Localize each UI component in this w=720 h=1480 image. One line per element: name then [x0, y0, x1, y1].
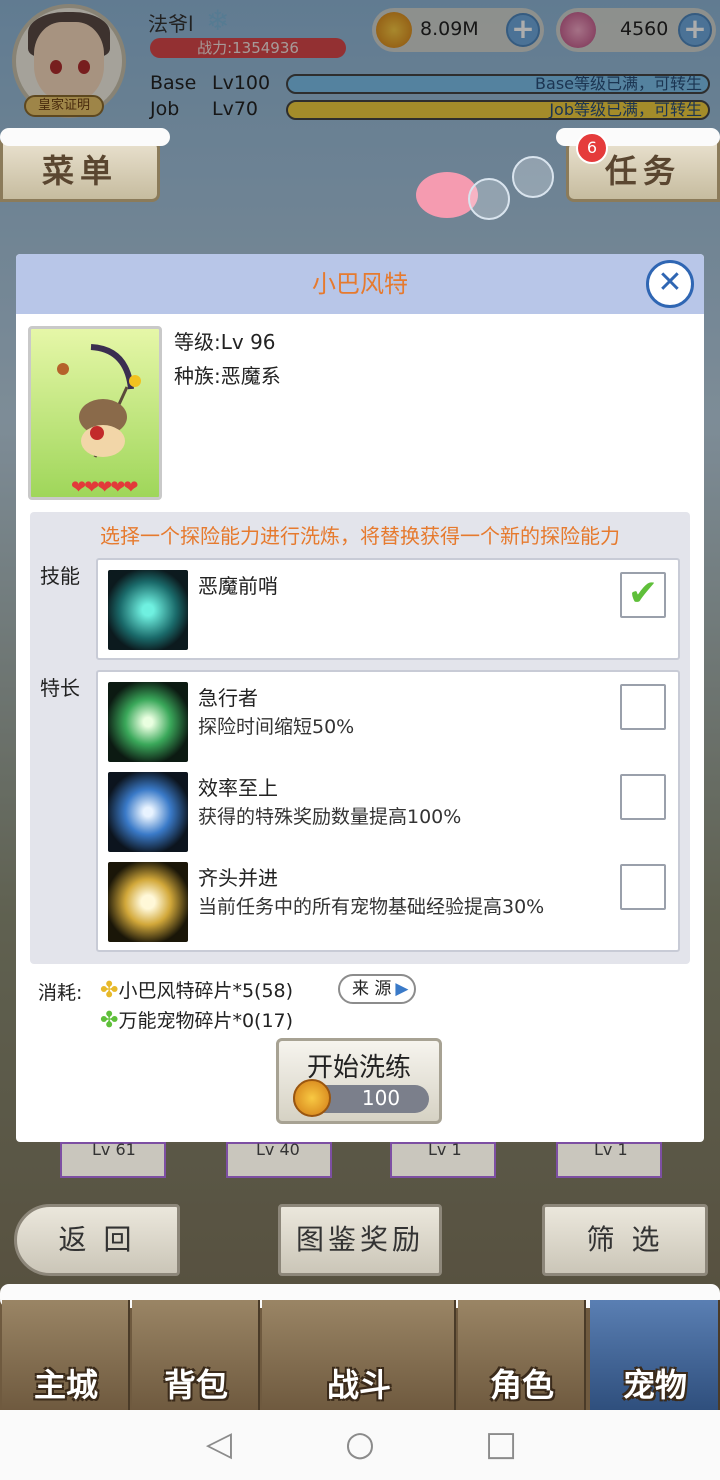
talent-desc: 当前任务中的所有宠物基础经验提高30% — [198, 896, 545, 918]
nav-recents-icon[interactable]: □ — [476, 1424, 526, 1464]
pet-slot-level: Lv 1 — [594, 1140, 628, 1159]
source-button[interactable]: 来 源 ▶ — [338, 974, 416, 1004]
cost-item-text: 万能宠物碎片*0(17) — [118, 1010, 294, 1032]
play-arrow-icon: ▶ — [395, 979, 409, 999]
filter-button[interactable]: 筛 选 — [542, 1204, 708, 1276]
talent-row[interactable]: 齐头并进 当前任务中的所有宠物基础经验提高30% — [98, 852, 678, 942]
talent-checkbox[interactable] — [620, 684, 666, 730]
pet-slot-level: Lv 61 — [92, 1140, 136, 1159]
quest-count-badge: 6 — [576, 132, 608, 164]
talent-desc: 获得的特殊奖励数量提高100% — [198, 806, 462, 828]
tab-battle[interactable]: 战斗 — [262, 1300, 456, 1410]
ornament-icon — [468, 178, 510, 220]
pet-illustration — [57, 344, 141, 458]
tab-main-city[interactable]: 主城 — [2, 1300, 130, 1410]
talent-section-label: 特长 — [40, 676, 80, 700]
talent-row[interactable]: 效率至上 获得的特殊奖励数量提高100% — [98, 762, 678, 852]
level-label: 等级: — [174, 330, 221, 354]
back-button[interactable]: 返 回 — [14, 1204, 180, 1276]
cost-item-text: 小巴风特碎片*5(58) — [118, 980, 294, 1002]
talent-checkbox[interactable] — [620, 864, 666, 910]
ship-ornament-icon — [512, 156, 554, 198]
tab-pet[interactable]: 宠物 — [590, 1300, 720, 1410]
tab-label: 主城 — [33, 1366, 98, 1404]
talent-name: 急行者 — [198, 686, 258, 710]
refine-hint: 选择一个探险能力进行洗炼，将替换获得一个新的探险能力 — [100, 524, 620, 548]
pet-level: 等级:Lv 96 — [174, 326, 276, 355]
cost-item: ✤小巴风特碎片*5(58) — [100, 976, 293, 1003]
talent-name: 齐头并进 — [198, 866, 278, 890]
tab-label: 宠物 — [622, 1366, 687, 1404]
talent-name: 效率至上 — [198, 776, 278, 800]
close-button[interactable]: ✕ — [646, 260, 694, 308]
source-label: 来 源 — [352, 979, 392, 999]
level-value: Lv 96 — [220, 330, 276, 354]
race-value: 恶魔系 — [220, 364, 281, 388]
dialog-title: 小巴风特 — [312, 270, 408, 298]
tab-label: 背包 — [163, 1366, 228, 1404]
nav-back-icon[interactable]: ◁ — [194, 1424, 244, 1464]
pet-slot-level: Lv 1 — [428, 1140, 462, 1159]
start-refine-label: 开始洗练 — [306, 1053, 411, 1083]
cost-item: ✤万能宠物碎片*0(17) — [100, 1006, 293, 1033]
menu-button[interactable]: 菜单 — [0, 140, 160, 202]
cost-label: 消耗: — [38, 982, 83, 1004]
skill-row[interactable]: 恶魔前哨 ✔ — [98, 560, 678, 650]
skill-checkbox[interactable]: ✔ — [620, 572, 666, 618]
shard-clover-icon: ✤ — [100, 978, 119, 1003]
ability-panel: 选择一个探险能力进行洗炼，将替换获得一个新的探险能力 技能 恶魔前哨 ✔ 特长 … — [30, 512, 690, 964]
arrow-forward-icon — [108, 862, 188, 942]
tab-label: 战斗 — [326, 1366, 391, 1404]
refine-cost: 100 — [293, 1079, 429, 1117]
album-reward-button[interactable]: 图鉴奖励 — [278, 1204, 442, 1276]
nav-home-icon[interactable]: ○ — [335, 1424, 385, 1464]
refine-cost-value: 100 — [361, 1086, 401, 1110]
sprinter-icon — [108, 682, 188, 762]
talent-desc: 探险时间缩短50% — [198, 716, 355, 738]
zeny-coin-icon — [293, 1079, 331, 1117]
skill-section-label: 技能 — [40, 564, 80, 588]
skill-box: 恶魔前哨 ✔ — [96, 558, 680, 660]
tab-label: 角色 — [489, 1366, 554, 1404]
pet-card[interactable]: ❤❤❤❤❤ — [28, 326, 162, 500]
talent-checkbox[interactable] — [620, 774, 666, 820]
pet-slot-level: Lv 40 — [256, 1140, 300, 1159]
start-refine-button[interactable]: 开始洗练 100 — [276, 1038, 442, 1124]
pet-star-hearts: ❤❤❤❤❤ — [71, 477, 138, 498]
talent-box: 急行者 探险时间缩短50% 效率至上 获得的特殊奖励数量提高100% 齐头并进 … — [96, 670, 680, 952]
universal-clover-icon: ✤ — [100, 1008, 119, 1033]
tab-backpack[interactable]: 背包 — [132, 1300, 260, 1410]
skill-name: 恶魔前哨 — [198, 574, 278, 598]
efficiency-icon — [108, 772, 188, 852]
pet-refine-dialog: 小巴风特 ✕ ❤❤❤❤❤ 等级:Lv 96 种族:恶魔系 选择一个探险能力进行洗… — [16, 254, 704, 1142]
race-label: 种族: — [174, 364, 221, 388]
demon-outpost-icon — [108, 570, 188, 650]
tab-character[interactable]: 角色 — [458, 1300, 586, 1410]
pet-race: 种族:恶魔系 — [174, 360, 281, 389]
snow-decoration — [0, 128, 170, 146]
talent-row[interactable]: 急行者 探险时间缩短50% — [98, 672, 678, 762]
